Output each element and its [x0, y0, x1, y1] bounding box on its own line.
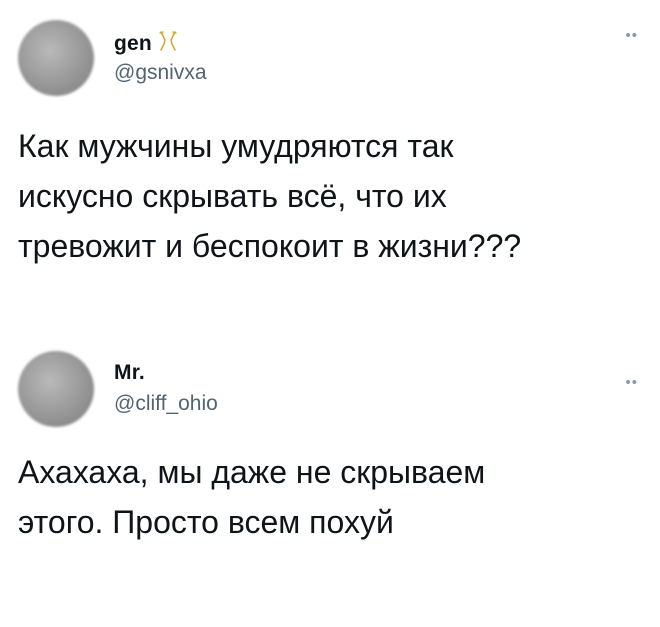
display-name[interactable]: gen [114, 30, 178, 58]
champagne-glasses-icon [158, 30, 178, 58]
tweet-text: Как мужчины умудряются так искусно скрыв… [18, 128, 522, 264]
tweet[interactable]: gen @gsnivxa •• Как мужчины умудряются т… [0, 0, 660, 320]
handle[interactable]: @gsnivxa [114, 61, 207, 85]
display-name[interactable]: Mr. [114, 361, 145, 385]
tweet[interactable]: Mr. @cliff_ohio •• Ахахаха, мы даже не с… [0, 335, 660, 627]
more-options-icon[interactable]: •• [625, 28, 638, 43]
tweet-text: Ахахаха, мы даже не скрываем этого. Прос… [18, 454, 486, 540]
display-name-text[interactable]: gen [114, 32, 152, 55]
more-options-icon[interactable]: •• [625, 375, 638, 390]
avatar[interactable] [18, 20, 94, 96]
avatar[interactable] [18, 351, 94, 427]
display-name-text[interactable]: Mr. [114, 361, 145, 384]
handle[interactable]: @cliff_ohio [114, 392, 218, 416]
